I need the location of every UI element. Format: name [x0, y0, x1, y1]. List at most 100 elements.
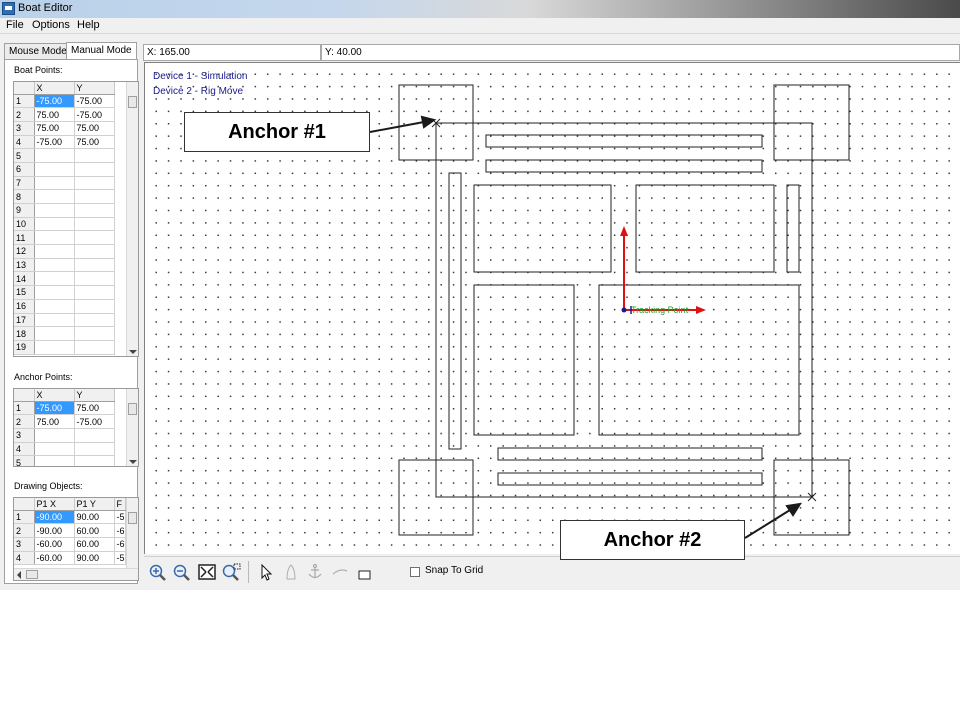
grid-cell[interactable]: [74, 203, 115, 218]
grid-cell[interactable]: -6: [114, 523, 126, 538]
grid-cell[interactable]: [34, 313, 75, 328]
column-header[interactable]: F: [114, 498, 126, 511]
grid-cell[interactable]: [74, 340, 115, 355]
grid-cell[interactable]: [34, 442, 75, 457]
column-header[interactable]: Y: [74, 82, 115, 95]
table-row[interactable]: 2 75.00 -75.00: [14, 107, 115, 122]
zoom-out-icon[interactable]: [172, 563, 192, 581]
menu-options[interactable]: Options: [32, 19, 70, 31]
grid-cell[interactable]: [74, 442, 115, 457]
vertical-scrollbar[interactable]: [126, 498, 138, 568]
grid-cell[interactable]: 90.00: [74, 510, 115, 525]
grid-cell[interactable]: [74, 428, 115, 443]
table-row[interactable]: 12: [14, 244, 115, 259]
grid-cell[interactable]: [74, 326, 115, 341]
grid-cell[interactable]: [34, 326, 75, 341]
grid-cell[interactable]: [34, 244, 75, 259]
zoom-fit-icon[interactable]: [197, 563, 217, 581]
scroll-left-icon[interactable]: [17, 571, 21, 579]
grid-cell[interactable]: [34, 189, 75, 204]
zoom-in-icon[interactable]: [148, 563, 168, 581]
tab-manual-mode[interactable]: Manual Mode: [66, 42, 137, 60]
column-header[interactable]: P1 Y: [74, 498, 115, 511]
grid-cell[interactable]: 75.00: [74, 135, 115, 150]
grid-cell[interactable]: [74, 189, 115, 204]
grid-cell[interactable]: -75.00: [34, 135, 75, 150]
grid-cell[interactable]: -60.00: [34, 537, 75, 552]
grid-cell[interactable]: [74, 299, 115, 314]
table-row[interactable]: 2 75.00 -75.00: [14, 414, 115, 429]
grid-cell[interactable]: -60.00: [34, 551, 75, 566]
table-row[interactable]: 10: [14, 217, 115, 232]
grid-cell[interactable]: [74, 217, 115, 232]
grid-cell[interactable]: 75.00: [34, 121, 75, 136]
grid-cell[interactable]: [34, 203, 75, 218]
scroll-down-icon[interactable]: [129, 460, 137, 464]
vertical-scrollbar[interactable]: [126, 389, 138, 466]
table-row[interactable]: 15: [14, 285, 115, 300]
table-row[interactable]: 4: [14, 442, 115, 457]
grid-cell[interactable]: [34, 340, 75, 355]
drawing-objects-grid[interactable]: P1 X P1 Y F 1 -90.00 90.00 -5 2 -90.00 60.00 -6 3 -6…: [13, 497, 139, 581]
grid-cell[interactable]: [74, 148, 115, 163]
grid-cell[interactable]: 75.00: [34, 414, 75, 429]
table-row[interactable]: 13: [14, 258, 115, 273]
table-row[interactable]: 3 -60.00 60.00 -6: [14, 537, 126, 552]
table-row[interactable]: 4 -75.00 75.00: [14, 135, 115, 150]
column-header[interactable]: P1 X: [34, 498, 75, 511]
grid-cell[interactable]: -75.00: [74, 107, 115, 122]
boat-points-grid[interactable]: X Y 1 -75.00 -75.00 2 75.00 -75.00 3 75.00 75.00 4-…: [13, 81, 139, 357]
table-row[interactable]: 7: [14, 176, 115, 191]
grid-cell[interactable]: [34, 258, 75, 273]
grid-cell[interactable]: [34, 217, 75, 232]
table-row[interactable]: 16: [14, 299, 115, 314]
grid-cell[interactable]: [34, 428, 75, 443]
table-row[interactable]: 19: [14, 340, 115, 355]
snap-to-grid-checkbox[interactable]: [410, 567, 420, 577]
grid-cell[interactable]: [74, 258, 115, 273]
column-header[interactable]: Y: [74, 389, 115, 402]
grid-cell[interactable]: 90.00: [74, 551, 115, 566]
table-row[interactable]: 5: [14, 148, 115, 163]
vertical-scrollbar[interactable]: [126, 82, 138, 356]
table-row[interactable]: 1 -75.00 -75.00: [14, 94, 115, 109]
table-row[interactable]: 6: [14, 162, 115, 177]
grid-cell[interactable]: [34, 148, 75, 163]
table-row[interactable]: 1 -90.00 90.00 -5: [14, 510, 126, 525]
pointer-icon[interactable]: [256, 563, 276, 581]
grid-cell[interactable]: [74, 285, 115, 300]
grid-cell[interactable]: [34, 230, 75, 246]
grid-cell[interactable]: [74, 244, 115, 259]
menu-help[interactable]: Help: [77, 19, 100, 31]
table-row[interactable]: 14: [14, 271, 115, 287]
grid-cell[interactable]: [34, 162, 75, 177]
grid-cell[interactable]: -90.00: [34, 510, 75, 525]
grid-cell[interactable]: 75.00: [74, 401, 115, 416]
table-row[interactable]: 3 75.00 75.00: [14, 121, 115, 136]
grid-cell[interactable]: 60.00: [74, 537, 115, 552]
grid-cell[interactable]: [34, 455, 75, 466]
grid-cell[interactable]: 75.00: [34, 107, 75, 122]
grid-cell[interactable]: [74, 162, 115, 177]
table-row[interactable]: 8: [14, 189, 115, 204]
grid-cell[interactable]: [74, 313, 115, 328]
rectangle-icon[interactable]: [355, 563, 375, 581]
grid-cell[interactable]: -75.00: [74, 414, 115, 429]
grid-cell[interactable]: -75.00: [34, 401, 75, 416]
line-icon[interactable]: [330, 563, 350, 581]
table-row[interactable]: 18: [14, 326, 115, 341]
horizontal-scrollbar[interactable]: [14, 568, 138, 580]
grid-cell[interactable]: 60.00: [74, 523, 115, 538]
grid-cell[interactable]: -5: [114, 551, 126, 566]
grid-cell[interactable]: [34, 285, 75, 300]
grid-cell[interactable]: [74, 230, 115, 246]
table-row[interactable]: 5: [14, 455, 115, 466]
grid-cell[interactable]: -75.00: [34, 94, 75, 109]
table-row[interactable]: 1 -75.00 75.00: [14, 401, 115, 416]
grid-cell[interactable]: -75.00: [74, 94, 115, 109]
column-header[interactable]: X: [34, 82, 75, 95]
grid-cell[interactable]: -6: [114, 537, 126, 552]
table-row[interactable]: 3: [14, 428, 115, 443]
grid-cell[interactable]: -5: [114, 510, 126, 525]
anchor-points-grid[interactable]: X Y 1 -75.00 75.00 2 75.00 -75.00 3 4 5: [13, 388, 139, 467]
